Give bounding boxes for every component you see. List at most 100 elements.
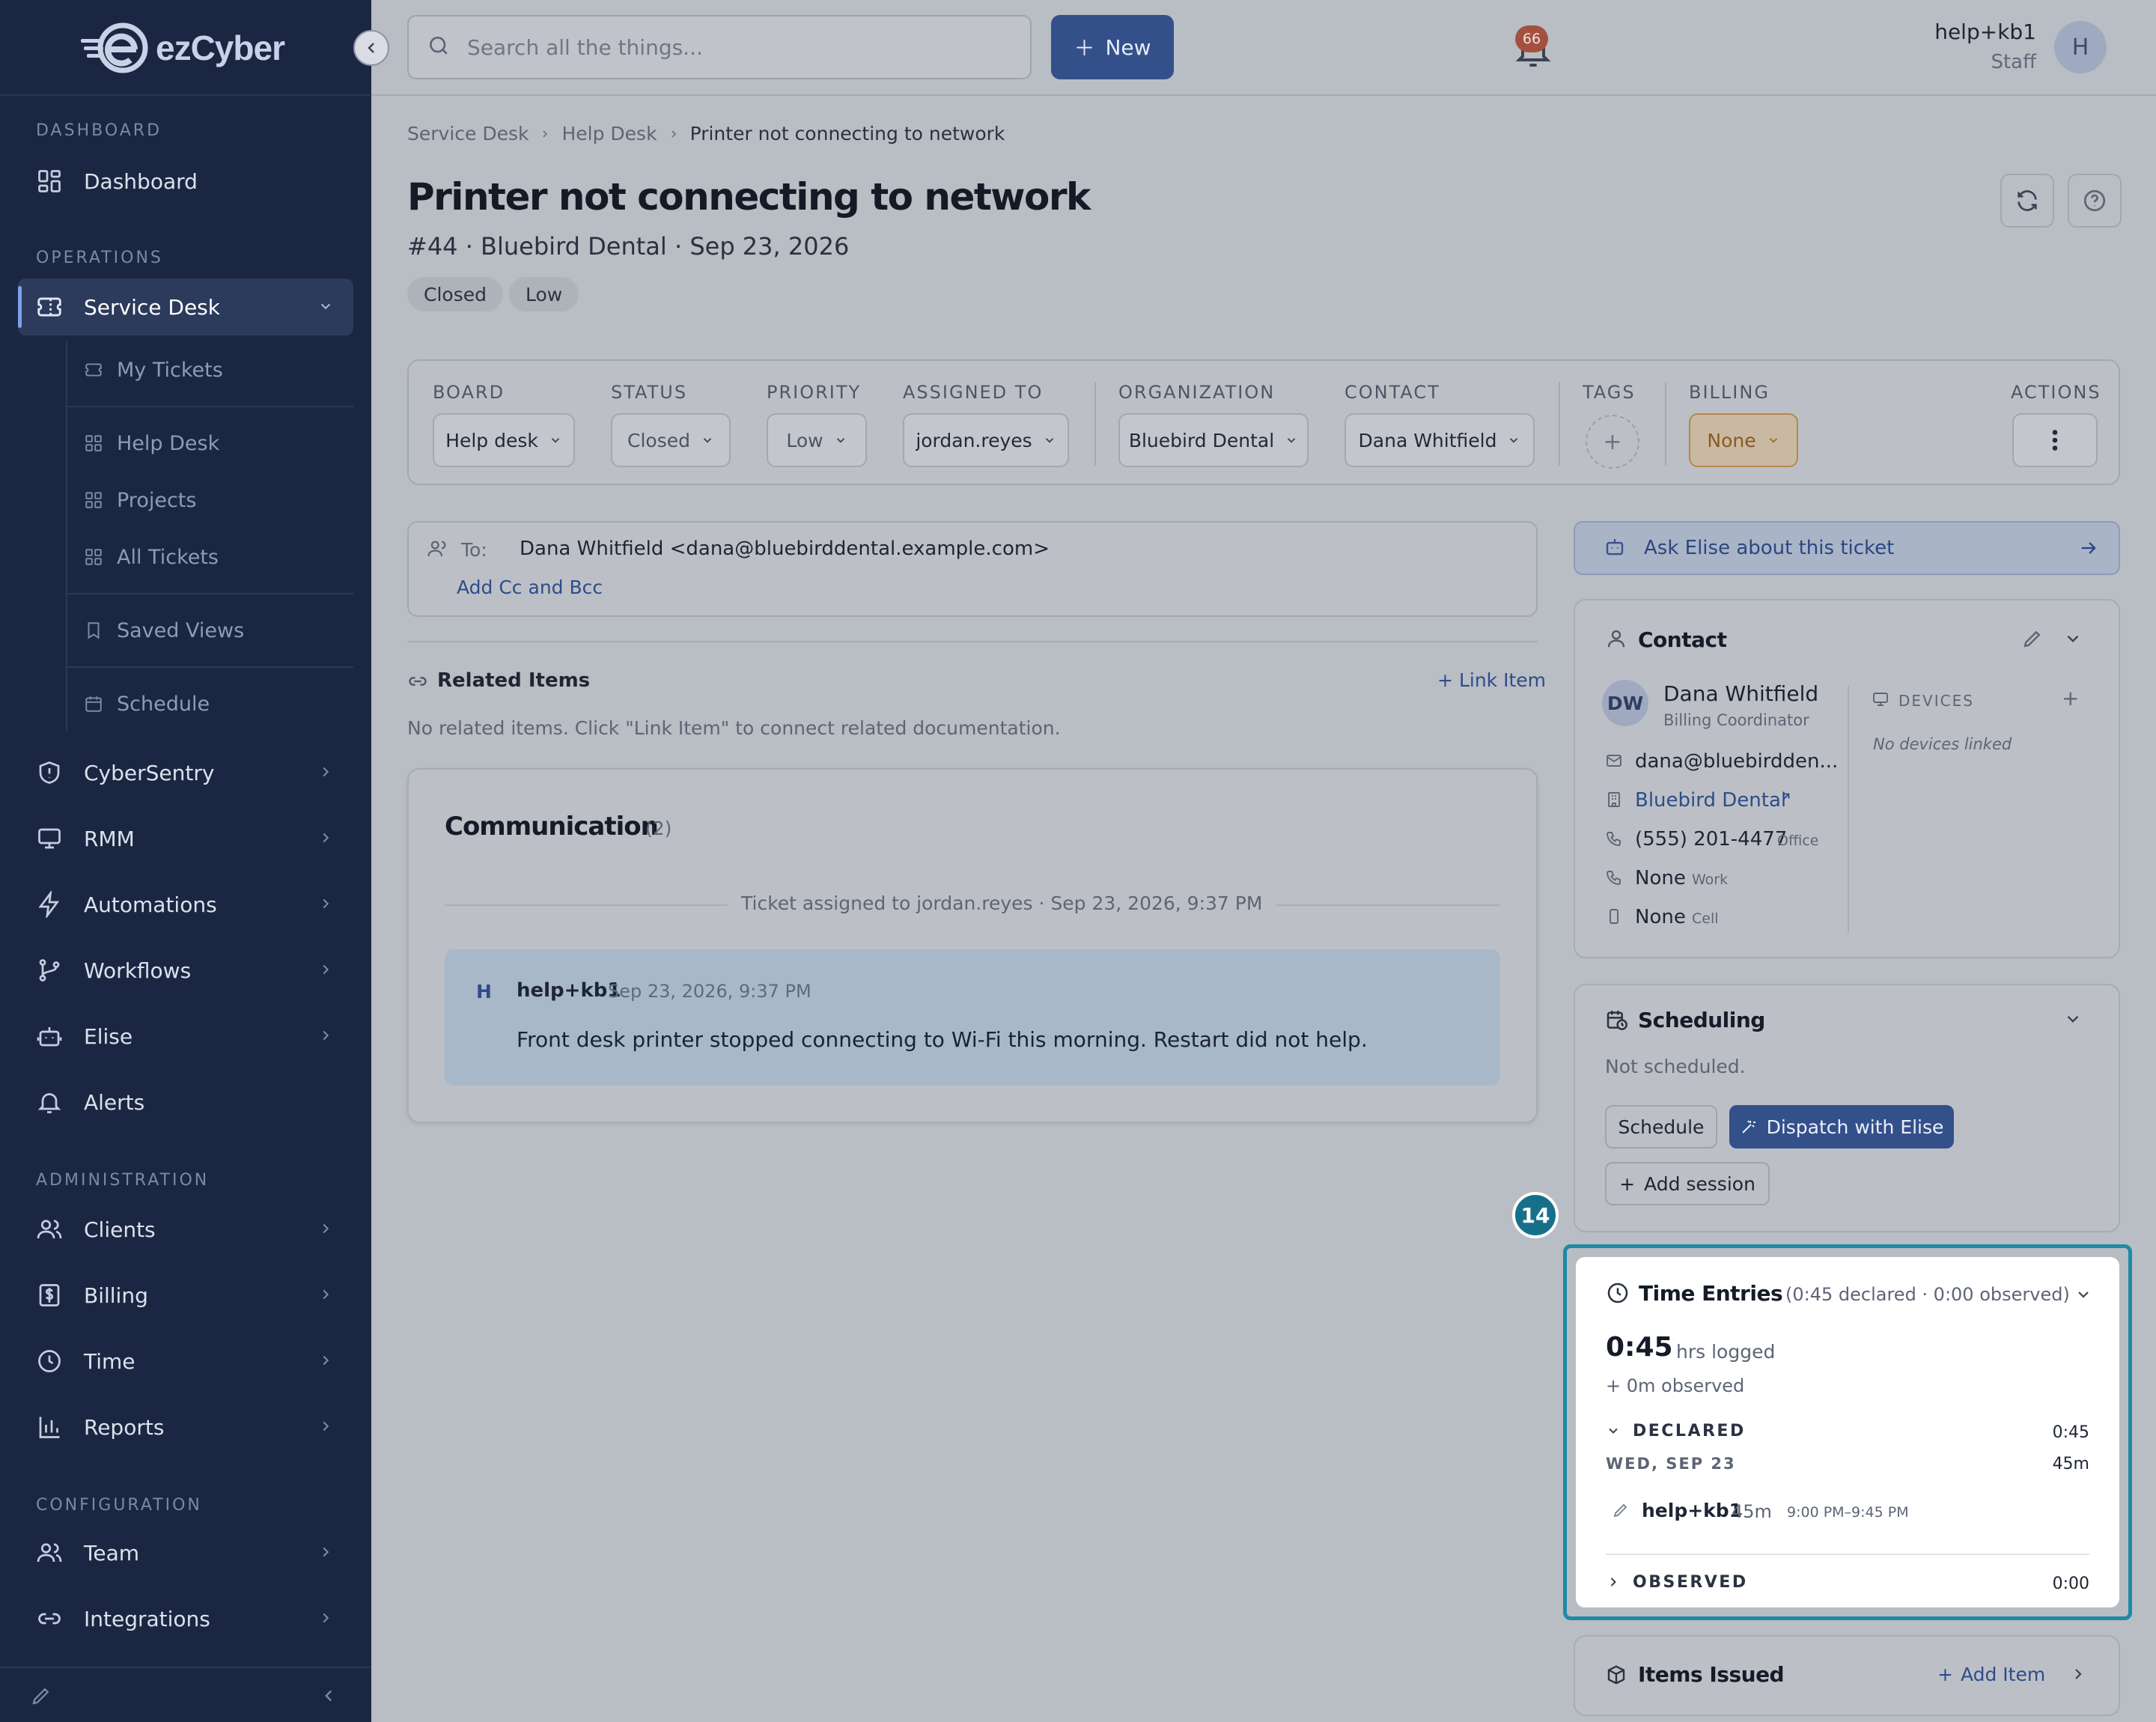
sidebar-subitem-schedule[interactable]: Schedule — [82, 681, 210, 726]
sidebar-item-automations[interactable]: Automations — [18, 876, 353, 933]
avatar[interactable]: H — [2054, 21, 2107, 73]
contact-org-link[interactable]: Bluebird Dental — [1635, 789, 1786, 812]
billing-select[interactable]: None — [1689, 413, 1798, 467]
pencil-icon[interactable] — [1612, 1501, 1630, 1522]
sidebar-item-service-desk[interactable]: Service Desk — [18, 279, 353, 335]
entry-user[interactable]: help+kb1 — [1642, 1500, 1742, 1521]
actions-menu-button[interactable] — [2012, 413, 2098, 467]
message-bubble: H help+kb1 Sep 23, 2026, 9:37 PM Front d… — [445, 949, 1500, 1086]
billing-value: None — [1707, 429, 1756, 451]
chevron-right-icon[interactable] — [1606, 1575, 1621, 1592]
page-title: Printer not connecting to network — [407, 175, 1091, 219]
message-author: help+kb1 — [517, 979, 621, 1002]
help-button[interactable] — [2068, 174, 2122, 228]
add-item-label: Add Item — [1960, 1664, 2046, 1685]
external-link-icon — [1779, 791, 1792, 807]
schedule-button[interactable]: Schedule — [1605, 1105, 1717, 1148]
sidebar-item-workflows[interactable]: Workflows — [18, 942, 353, 999]
breadcrumb-service-desk[interactable]: Service Desk — [407, 123, 529, 144]
to-label: To: — [461, 539, 487, 561]
add-device-button[interactable]: + — [2062, 686, 2079, 711]
new-button[interactable]: ＋ New — [1051, 15, 1174, 79]
ticket-subtitle: #44 · Bluebird Dental · Sep 23, 2026 — [407, 232, 850, 261]
chevron-right-icon[interactable] — [2069, 1665, 2087, 1686]
chevron-down-icon[interactable] — [1606, 1423, 1621, 1441]
chevron-right-icon — [317, 764, 334, 783]
contact-value: Dana Whitfield — [1358, 429, 1497, 451]
chevron-down-icon[interactable] — [2063, 629, 2083, 651]
sidebar-subitem-all-tickets[interactable]: All Tickets — [82, 535, 219, 579]
chevron-right-icon — [317, 1286, 334, 1306]
to-value[interactable]: Dana Whitfield <dana@bluebirddental.exam… — [520, 538, 1050, 560]
monitor-icon — [1872, 690, 1889, 711]
ticket-icon — [82, 359, 105, 381]
dollar-icon — [33, 1279, 66, 1312]
pencil-icon[interactable] — [30, 1685, 52, 1710]
priority-select[interactable]: Low — [767, 413, 867, 467]
sidebar-footer — [0, 1667, 371, 1722]
sidebar-subitem-help-desk[interactable]: Help Desk — [82, 421, 219, 466]
sidebar-subitem-label: Saved Views — [117, 618, 245, 642]
scheduling-status: Not scheduled. — [1605, 1056, 1746, 1077]
add-item-button[interactable]: + Add Item — [1937, 1664, 2045, 1685]
actions-label: ACTIONS — [2011, 382, 2101, 403]
sidebar-toggle-button[interactable] — [353, 30, 389, 66]
robot-icon — [33, 1020, 66, 1053]
day-label: WED, SEP 23 — [1606, 1455, 1736, 1473]
more-vertical-icon — [2052, 430, 2058, 451]
sidebar-subitem-my-tickets[interactable]: My Tickets — [82, 347, 223, 392]
link-item-button[interactable]: + Link Item — [1437, 669, 1546, 691]
sidebar-item-clients[interactable]: Clients — [18, 1201, 353, 1258]
sidebar-subitem-projects[interactable]: Projects — [82, 478, 196, 523]
board-select[interactable]: Help desk — [433, 413, 575, 467]
sidebar-subitem-label: Help Desk — [117, 431, 220, 455]
pencil-icon[interactable] — [2021, 627, 2044, 653]
chevron-down-icon[interactable] — [2074, 1286, 2092, 1306]
contact-phone-office[interactable]: (555) 201-4477 — [1635, 828, 1787, 851]
notification-count-badge: 66 — [1515, 25, 1548, 52]
search-input[interactable]: Search all the things... — [407, 15, 1032, 79]
dispatch-with-elise-button[interactable]: Dispatch with Elise — [1729, 1105, 1954, 1148]
add-session-button[interactable]: + Add session — [1605, 1162, 1770, 1205]
observed-line: + 0m observed — [1606, 1375, 1745, 1396]
time-entries-summary: (0:45 declared · 0:00 observed) — [1785, 1284, 2070, 1305]
link-icon — [33, 1602, 66, 1635]
refresh-button[interactable] — [2000, 174, 2054, 228]
sidebar-item-cybersentry[interactable]: CyberSentry — [18, 744, 353, 801]
submenu-rail — [66, 341, 67, 731]
sidebar-item-billing[interactable]: Billing — [18, 1267, 353, 1324]
bell-icon — [33, 1086, 66, 1119]
contact-name[interactable]: Dana Whitfield — [1663, 681, 1818, 706]
user-name[interactable]: help+kb1 — [1916, 19, 2036, 44]
add-cc-bcc-link[interactable]: Add Cc and Bcc — [457, 576, 603, 598]
add-tag-button[interactable]: + — [1586, 415, 1639, 469]
sidebar-item-rmm[interactable]: RMM — [18, 810, 353, 867]
contact-email[interactable]: dana@bluebirdden... — [1635, 750, 1838, 773]
sidebar-item-alerts[interactable]: Alerts — [18, 1074, 353, 1131]
collapse-sidebar-icon[interactable] — [319, 1686, 338, 1709]
sidebar-item-dashboard[interactable]: Dashboard — [18, 153, 353, 210]
sidebar-item-label: Workflows — [84, 958, 192, 983]
board-value: Help desk — [445, 429, 538, 451]
breadcrumb-help-desk[interactable]: Help Desk — [561, 123, 657, 144]
logo[interactable]: ezCyber — [81, 21, 285, 75]
ask-elise-button[interactable]: Ask Elise about this ticket — [1574, 521, 2120, 575]
sidebar-subitem-saved-views[interactable]: Saved Views — [82, 608, 244, 653]
sidebar-item-team[interactable]: Team — [18, 1524, 353, 1581]
assigned-select[interactable]: jordan.reyes — [903, 413, 1069, 467]
calendar-icon — [82, 693, 105, 715]
chevron-down-icon[interactable] — [2063, 1009, 2083, 1032]
sidebar-item-time[interactable]: Time — [18, 1333, 353, 1390]
help-icon — [2083, 189, 2106, 212]
contact-select[interactable]: Dana Whitfield — [1345, 413, 1535, 467]
sidebar-item-elise[interactable]: Elise — [18, 1008, 353, 1065]
sidebar-item-integrations[interactable]: Integrations — [18, 1590, 353, 1647]
logo-text: ezCyber — [156, 28, 285, 67]
organization-select[interactable]: Bluebird Dental — [1118, 413, 1309, 467]
status-select[interactable]: Closed — [611, 413, 731, 467]
sidebar-item-reports[interactable]: Reports — [18, 1399, 353, 1455]
event-text: Ticket assigned to jordan.reyes · Sep 23… — [728, 892, 1276, 914]
contact-devices-divider — [1848, 686, 1849, 933]
mail-icon — [1605, 752, 1623, 773]
submenu-divider — [66, 593, 353, 594]
